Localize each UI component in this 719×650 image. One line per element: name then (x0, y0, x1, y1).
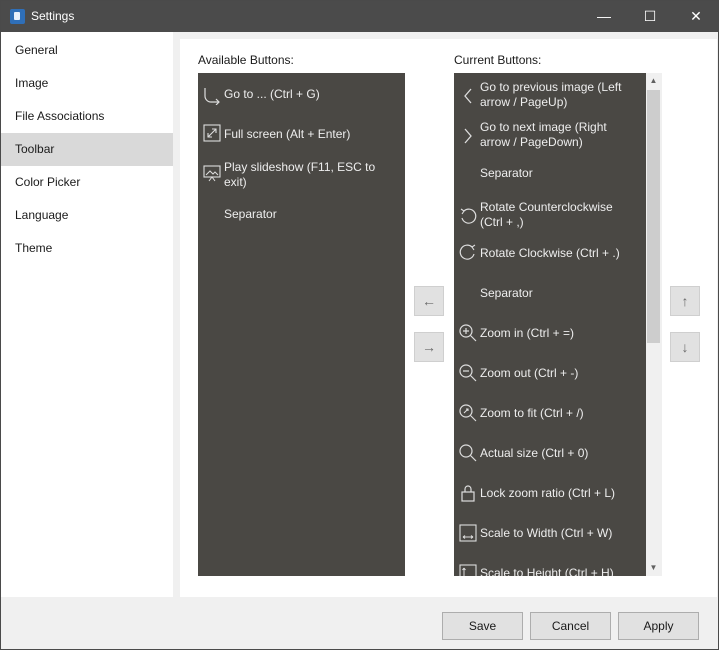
list-item-label: Separator (224, 207, 277, 221)
sidebar-item-language[interactable]: Language (1, 199, 173, 232)
list-item[interactable]: Scale to Width (Ctrl + W) (454, 523, 646, 545)
list-item[interactable]: Go to ... (Ctrl + G) (198, 83, 405, 109)
zoom-in-icon (458, 323, 478, 343)
available-buttons-list[interactable]: Go to ... (Ctrl + G) Full screen (Alt + … (198, 73, 405, 576)
list-item[interactable]: Separator (454, 166, 646, 184)
settings-window: Settings — ☐ ✕ General Image File Associ… (0, 0, 719, 650)
available-buttons-label: Available Buttons: (198, 53, 294, 67)
chevron-right-icon (458, 126, 478, 146)
list-item[interactable]: Go to next image (Right arrow / PageDown… (454, 119, 646, 153)
sidebar-item-image[interactable]: Image (1, 67, 173, 100)
sidebar-item-color-picker[interactable]: Color Picker (1, 166, 173, 199)
actual-size-icon (458, 443, 478, 463)
chevron-left-icon (458, 86, 478, 106)
list-item[interactable]: Rotate Clockwise (Ctrl + .) (454, 244, 646, 264)
move-down-button[interactable]: ↓ (670, 332, 700, 362)
list-item-label: Zoom out (Ctrl + -) (480, 366, 579, 380)
app-icon (10, 9, 25, 24)
sidebar-item-theme[interactable]: Theme (1, 232, 173, 265)
scale-width-icon (458, 523, 478, 543)
minimize-button[interactable]: — (581, 1, 627, 32)
list-item-label: Full screen (Alt + Enter) (224, 127, 351, 141)
list-item-label: Separator (480, 286, 533, 300)
list-item-label: Go to previous image (Left arrow / PageU… (480, 80, 622, 109)
slideshow-icon (202, 163, 222, 183)
apply-button[interactable]: Apply (618, 612, 699, 640)
cancel-button[interactable]: Cancel (530, 612, 611, 640)
list-item-label: Rotate Clockwise (Ctrl + .) (480, 246, 620, 260)
move-up-button[interactable]: ↑ (670, 286, 700, 316)
current-buttons-label: Current Buttons: (454, 53, 542, 67)
sidebar-item-general[interactable]: General (1, 34, 173, 67)
current-list-scrollbar[interactable]: ▲ ▼ (646, 73, 662, 576)
list-item[interactable]: Rotate Counterclockwise (Ctrl + ,) (454, 199, 646, 233)
list-item-label: Zoom in (Ctrl + =) (480, 326, 575, 340)
list-item-label: Scale to Height (Ctrl + H) (480, 566, 614, 576)
move-left-button[interactable]: ← (414, 286, 444, 316)
lock-icon (458, 483, 478, 503)
list-item[interactable]: Separator (454, 286, 646, 304)
move-right-button[interactable]: → (414, 332, 444, 362)
list-item[interactable]: Zoom out (Ctrl + -) (454, 363, 646, 385)
list-item[interactable]: Lock zoom ratio (Ctrl + L) (454, 483, 646, 505)
list-item-label: Lock zoom ratio (Ctrl + L) (480, 486, 616, 500)
zoom-out-icon (458, 363, 478, 383)
scrollbar-thumb[interactable] (647, 90, 660, 343)
maximize-button[interactable]: ☐ (627, 1, 673, 32)
fullscreen-icon (202, 123, 222, 143)
list-item-label: Separator (480, 166, 533, 180)
settings-sidebar: General Image File Associations Toolbar … (1, 32, 173, 597)
scroll-up-arrow[interactable]: ▲ (646, 74, 661, 88)
list-item[interactable]: Zoom in (Ctrl + =) (454, 323, 646, 345)
list-item[interactable]: Separator (198, 207, 405, 227)
list-item-label: Rotate Counterclockwise (Ctrl + ,) (480, 200, 613, 229)
scroll-down-arrow[interactable]: ▼ (646, 561, 661, 575)
window-title: Settings (31, 9, 75, 23)
title-bar[interactable]: Settings — ☐ ✕ (1, 1, 718, 32)
rotate-ccw-icon (458, 206, 478, 226)
list-item-label: Go to ... (Ctrl + G) (224, 87, 320, 101)
list-item[interactable]: Go to previous image (Left arrow / PageU… (454, 79, 646, 113)
rotate-cw-icon (458, 242, 478, 262)
list-item-label: Actual size (Ctrl + 0) (480, 446, 589, 460)
save-button[interactable]: Save (442, 612, 523, 640)
scale-height-icon (458, 563, 478, 576)
list-item-label: Go to next image (Right arrow / PageDown… (480, 120, 607, 149)
sidebar-item-toolbar[interactable]: Toolbar (1, 133, 173, 166)
list-item[interactable]: Actual size (Ctrl + 0) (454, 443, 646, 465)
list-item-label: Scale to Width (Ctrl + W) (480, 526, 613, 540)
sidebar-item-file-associations[interactable]: File Associations (1, 100, 173, 133)
close-button[interactable]: ✕ (673, 1, 719, 32)
zoom-fit-icon (458, 403, 478, 423)
list-item[interactable]: Zoom to fit (Ctrl + /) (454, 403, 646, 425)
current-buttons-list[interactable]: Go to previous image (Left arrow / PageU… (454, 73, 646, 576)
goto-icon (202, 85, 222, 106)
list-item-label: Zoom to fit (Ctrl + /) (480, 406, 584, 420)
list-item[interactable]: Full screen (Alt + Enter) (198, 123, 405, 149)
list-item[interactable]: Scale to Height (Ctrl + H) (454, 563, 646, 576)
list-item[interactable]: Play slideshow (F11, ESC to exit) (198, 159, 405, 193)
list-item-label: Play slideshow (F11, ESC to exit) (224, 160, 376, 189)
